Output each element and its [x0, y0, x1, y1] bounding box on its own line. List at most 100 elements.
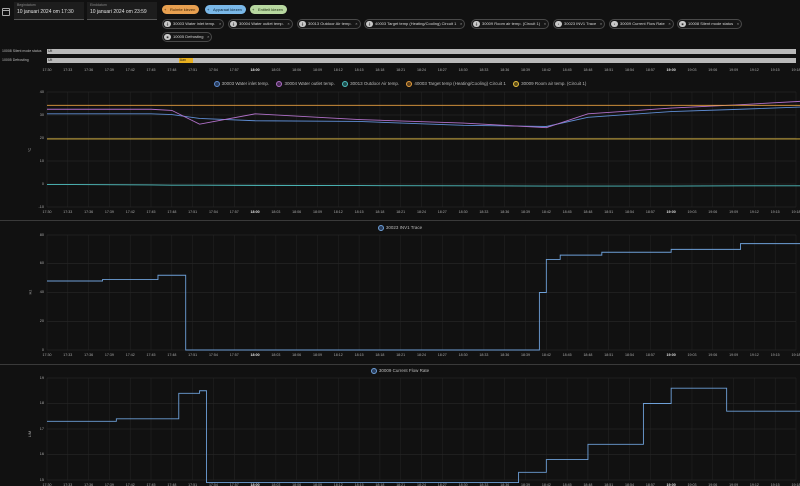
- entity-chip[interactable]: ◉ 10008 Silent mode status ×: [677, 19, 743, 29]
- x-tick-label: 17:39: [104, 353, 114, 357]
- x-tick-label: 18:57: [645, 68, 655, 72]
- y-tick-label: 30: [39, 112, 44, 117]
- x-tick-label: 19:03: [687, 353, 697, 357]
- thermometer-icon: 🌡: [164, 21, 171, 27]
- state-timeline: 10008 Silent mode status Uit 10005 Defro…: [0, 46, 800, 72]
- close-icon[interactable]: ×: [668, 20, 670, 28]
- choose-device-button[interactable]: + Apparaat kiezen: [205, 5, 246, 14]
- x-tick-label: 17:30: [42, 68, 52, 72]
- calendar-icon[interactable]: [2, 8, 10, 16]
- start-date-field[interactable]: Begindatum 10 januari 2024 om 17:30: [14, 2, 84, 20]
- entity-chip[interactable]: 🌡 30003 Water inlet temp. ×: [162, 19, 225, 29]
- gauge-icon: ◐: [611, 21, 618, 27]
- x-tick-label: 18:48: [583, 353, 593, 357]
- y-tick-label: 20: [39, 318, 44, 323]
- x-tick-label: 17:36: [84, 68, 94, 72]
- close-icon[interactable]: ×: [460, 20, 462, 28]
- x-tick-label: 19:15: [770, 68, 780, 72]
- flow-rate-chart[interactable]: 30009 Current Flow Rate L/M 15 16 17 18 19 17…: [0, 366, 800, 486]
- inverter-chart[interactable]: 30023 INV1 Trace Hz 0 20 40 60 80 17:30 17:33 1…: [0, 222, 800, 364]
- entity-chip[interactable]: 🌡 30013 Outdoor Air temp. ×: [297, 19, 361, 29]
- x-tick-label: 19:00: [666, 353, 676, 357]
- series-line[interactable]: [47, 239, 800, 351]
- entity-chip[interactable]: 🌡 40003 Target temp (Heating/Cooling) Cir…: [364, 19, 466, 29]
- x-tick-label: 18:27: [437, 210, 447, 214]
- x-tick-label: 17:48: [167, 210, 177, 214]
- x-tick-label: 18:12: [333, 210, 343, 214]
- close-icon[interactable]: ×: [355, 20, 357, 28]
- x-tick-label: 18:09: [312, 68, 322, 72]
- entity-chip[interactable]: ◉ 10005 Defrosting ×: [162, 32, 213, 42]
- end-date-field[interactable]: Einddatum 10 januari 2024 om 23:59: [87, 2, 157, 20]
- close-icon[interactable]: ×: [219, 20, 221, 28]
- timeline-defrost-on[interactable]: Aan: [178, 58, 193, 63]
- choose-entity-button[interactable]: + Entiteit kiezen: [250, 5, 287, 14]
- x-tick-label: 18:15: [354, 210, 364, 214]
- x-tick-label: 19:06: [708, 210, 718, 214]
- choose-area-button[interactable]: + Ruimte kiezen: [162, 5, 200, 14]
- timeline-state: Uit: [48, 49, 53, 53]
- temperature-chart[interactable]: 30003 Water inlet temp. 30004 Water outl…: [0, 78, 800, 220]
- x-tick-label: 19:12: [749, 353, 759, 357]
- close-icon[interactable]: ×: [207, 33, 209, 41]
- timeline-bar[interactable]: Uit: [47, 58, 796, 63]
- chart-plot[interactable]: [0, 78, 800, 220]
- x-tick-label: 18:57: [645, 353, 655, 357]
- x-tick-label: 19:12: [749, 68, 759, 72]
- x-tick-label: 18:06: [292, 353, 302, 357]
- end-date-value: 10 januari 2024 om 23:59: [90, 9, 147, 15]
- chart-plot[interactable]: [0, 366, 800, 486]
- thermometer-icon: 🌡: [366, 21, 373, 27]
- x-tick-label: 17:51: [188, 210, 198, 214]
- x-tick-label: 19:03: [687, 210, 697, 214]
- x-tick-label: 19:15: [770, 353, 780, 357]
- x-tick-label: 18:39: [521, 68, 531, 72]
- entity-chip[interactable]: 🌡 30004 Water outlet temp. ×: [228, 19, 293, 29]
- x-tick-label: 18:36: [500, 68, 510, 72]
- x-tick-label: 18:12: [333, 68, 343, 72]
- x-tick-label: 18:30: [458, 68, 468, 72]
- x-tick-label: 18:36: [500, 353, 510, 357]
- x-tick-label: 17:54: [208, 353, 218, 357]
- plus-icon: +: [252, 6, 255, 12]
- x-tick-label: 17:36: [84, 210, 94, 214]
- close-icon[interactable]: ×: [600, 20, 602, 28]
- entity-chip[interactable]: ◐ 30023 INV1 Trace ×: [553, 19, 606, 29]
- close-icon[interactable]: ×: [287, 20, 289, 28]
- x-tick-label: 18:30: [458, 353, 468, 357]
- x-tick-label: 18:03: [271, 210, 281, 214]
- x-tick-label: 19:03: [687, 68, 697, 72]
- x-tick-label: 17:30: [42, 353, 52, 357]
- plus-icon: +: [164, 6, 167, 12]
- x-tick-label: 18:45: [562, 210, 572, 214]
- x-tick-label: 19:00: [666, 210, 676, 214]
- x-tick-label: 18:09: [312, 353, 322, 357]
- close-icon[interactable]: ×: [737, 20, 739, 28]
- y-tick-label: 16: [39, 452, 44, 456]
- x-tick-label: 18:06: [292, 68, 302, 72]
- x-tick-label: 18:51: [604, 353, 614, 357]
- x-tick-label: 17:36: [84, 353, 94, 357]
- x-tick-label: 17:39: [104, 210, 114, 214]
- series-line[interactable]: [46, 184, 800, 187]
- x-tick-label: 17:42: [125, 210, 135, 214]
- x-tick-label: 19:09: [729, 68, 739, 72]
- timeline-state: Uit: [48, 58, 53, 62]
- x-tick-label: 18:24: [417, 210, 426, 214]
- x-tick-label: 17:33: [63, 353, 73, 357]
- x-tick-label: 17:54: [208, 68, 218, 72]
- entity-chip[interactable]: ◐ 30009 Current Flow Rate ×: [609, 19, 674, 29]
- x-tick-label: 18:03: [271, 68, 281, 72]
- y-tick-label: 40: [39, 89, 44, 94]
- timeline-bar[interactable]: Uit: [47, 49, 796, 54]
- entity-chip[interactable]: 🌡 30009 Room air temp. (Circuit 1) ×: [471, 19, 550, 29]
- thermometer-icon: 🌡: [230, 21, 237, 27]
- x-tick-label: 18:42: [541, 68, 551, 72]
- timeline-row-label: 10005 Defrosting: [2, 58, 29, 62]
- x-tick-label: 19:12: [749, 210, 759, 214]
- chart-plot[interactable]: [0, 222, 800, 364]
- close-icon[interactable]: ×: [544, 20, 546, 28]
- y-tick-label: 18: [39, 401, 44, 405]
- x-tick-label: 18:54: [625, 353, 635, 357]
- series-line[interactable]: [47, 387, 800, 483]
